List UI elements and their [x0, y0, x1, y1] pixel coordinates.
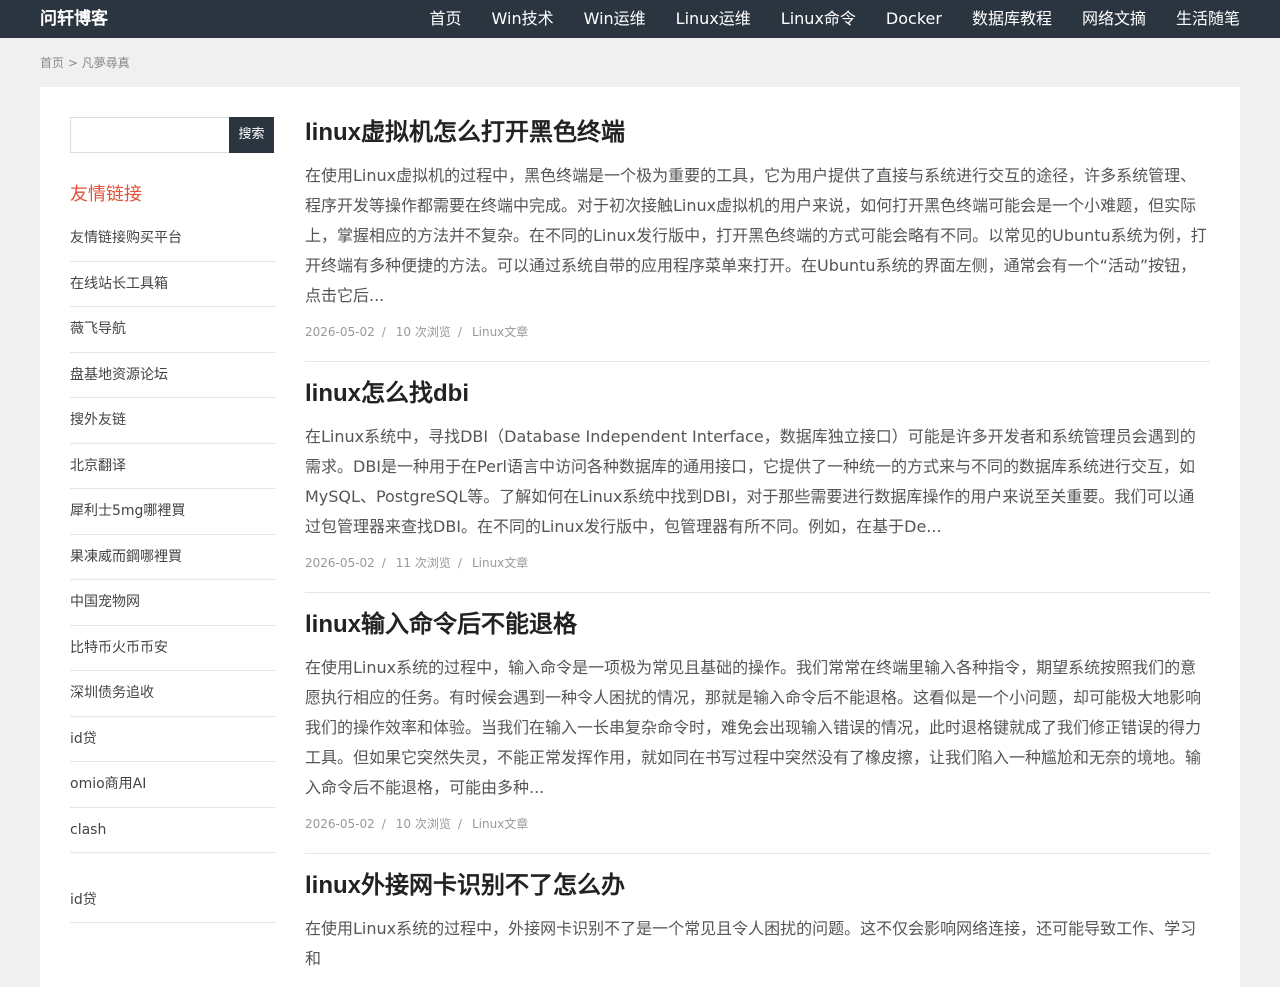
post-meta: 2026-05-02 / 10 次浏览 / Linux文章: [305, 816, 1210, 853]
content-card: 搜索 友情链接 友情链接购买平台 在线站长工具箱 薇飞导航 盘基地资源论坛 搜外…: [40, 87, 1240, 987]
post-category[interactable]: Linux文章: [472, 817, 528, 831]
sidebar: 搜索 友情链接 友情链接购买平台 在线站长工具箱 薇飞导航 盘基地资源论坛 搜外…: [70, 117, 276, 923]
friend-link[interactable]: 中国宠物网: [70, 580, 276, 626]
post-title[interactable]: linux怎么找dbi: [305, 376, 1210, 412]
post-excerpt: 在使用Linux系统的过程中，外接网卡识别不了是一个常见且令人困扰的问题。这不仅…: [305, 919, 1197, 968]
post-title[interactable]: linux外接网卡识别不了怎么办: [305, 868, 1210, 904]
post-category[interactable]: Linux文章: [472, 325, 528, 339]
breadcrumb[interactable]: 首页 > 凡夢尋真: [40, 54, 130, 71]
post-item: linux外接网卡识别不了怎么办 在使用Linux系统的过程中，外接网卡识别不了…: [305, 854, 1210, 974]
nav-item-docker[interactable]: Docker: [886, 0, 942, 38]
post-excerpt: 在使用Linux虚拟机的过程中，黑色终端是一个极为重要的工具，它为用户提供了直接…: [305, 166, 1207, 305]
post-item: linux虚拟机怎么打开黑色终端 在使用Linux虚拟机的过程中，黑色终端是一个…: [305, 115, 1210, 362]
friend-link[interactable]: id贷: [70, 717, 276, 762]
nav-item-linux-ops[interactable]: Linux运维: [676, 0, 751, 38]
friend-link[interactable]: 果凍威而鋼哪裡買: [70, 535, 276, 580]
meta-separator: /: [381, 556, 386, 570]
post-excerpt: 在Linux系统中，寻找DBI（Database Independent Int…: [305, 427, 1196, 536]
friend-link[interactable]: 薇飞导航: [70, 307, 276, 353]
post-title[interactable]: linux输入命令后不能退格: [305, 607, 1210, 643]
friend-link[interactable]: omio商用AI: [70, 762, 276, 808]
meta-separator: /: [457, 817, 462, 831]
post-meta: 2026-05-02 / 11 次浏览 / Linux文章: [305, 555, 1210, 592]
post-excerpt: 在使用Linux系统的过程中，输入命令是一项极为常见且基础的操作。我们常常在终端…: [305, 658, 1202, 797]
meta-separator: /: [381, 325, 386, 339]
post-views: 10 次浏览: [395, 817, 451, 831]
post-views: 11 次浏览: [395, 556, 451, 570]
nav-item-web-digest[interactable]: 网络文摘: [1082, 0, 1146, 38]
nav-item-database[interactable]: 数据库教程: [972, 0, 1052, 38]
search-form: 搜索: [70, 117, 276, 153]
post-meta: 2026-05-02 / 10 次浏览 / Linux文章: [305, 324, 1210, 361]
friend-link[interactable]: 深圳债务追收: [70, 671, 276, 717]
friend-link[interactable]: 盘基地资源论坛: [70, 353, 276, 398]
post-item: linux输入命令后不能退格 在使用Linux系统的过程中，输入命令是一项极为常…: [305, 593, 1210, 854]
friend-link[interactable]: 搜外友链: [70, 398, 276, 444]
meta-separator: /: [457, 556, 462, 570]
friend-link[interactable]: 北京翻译: [70, 444, 276, 489]
friend-link[interactable]: id贷: [70, 853, 276, 923]
search-input[interactable]: [70, 117, 229, 153]
nav-item-win-tech[interactable]: Win技术: [492, 0, 554, 38]
search-button[interactable]: 搜索: [229, 117, 274, 153]
site-brand[interactable]: 问轩博客: [40, 0, 108, 38]
friend-links-title: 友情链接: [70, 184, 142, 205]
post-date: 2026-05-02: [305, 817, 375, 831]
meta-separator: /: [457, 325, 462, 339]
post-date: 2026-05-02: [305, 556, 375, 570]
post-views: 10 次浏览: [395, 325, 451, 339]
nav-item-life[interactable]: 生活随笔: [1176, 0, 1240, 38]
friend-link[interactable]: 在线站长工具箱: [70, 262, 276, 307]
friend-link[interactable]: clash: [70, 808, 276, 853]
meta-separator: /: [381, 817, 386, 831]
post-category[interactable]: Linux文章: [472, 556, 528, 570]
main-nav: 首页 Win技术 Win运维 Linux运维 Linux命令 Docker 数据…: [400, 0, 1240, 38]
post-list: linux虚拟机怎么打开黑色终端 在使用Linux虚拟机的过程中，黑色终端是一个…: [305, 115, 1210, 974]
nav-item-home[interactable]: 首页: [430, 0, 462, 38]
top-navbar: 问轩博客 首页 Win技术 Win运维 Linux运维 Linux命令 Dock…: [0, 0, 1280, 38]
friend-link[interactable]: 比特币火币币安: [70, 626, 276, 671]
post-date: 2026-05-02: [305, 325, 375, 339]
nav-item-win-ops[interactable]: Win运维: [584, 0, 646, 38]
post-item: linux怎么找dbi 在Linux系统中，寻找DBI（Database Ind…: [305, 362, 1210, 593]
friend-link[interactable]: 犀利士5mg哪裡買: [70, 489, 276, 535]
nav-item-linux-commands[interactable]: Linux命令: [781, 0, 856, 38]
friend-link[interactable]: 友情链接购买平台: [70, 216, 276, 262]
post-title[interactable]: linux虚拟机怎么打开黑色终端: [305, 115, 1210, 151]
